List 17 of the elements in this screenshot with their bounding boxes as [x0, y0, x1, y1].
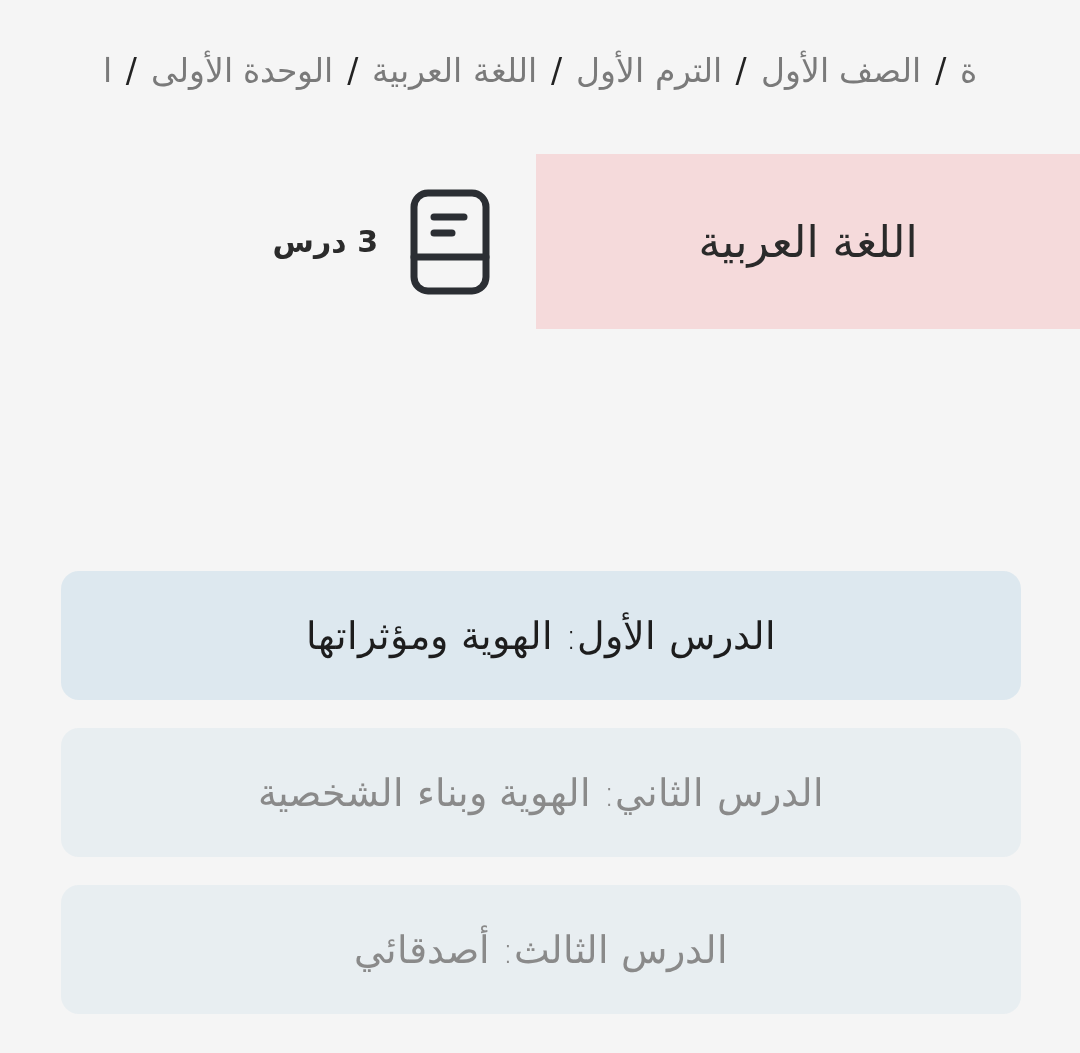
- breadcrumb-link[interactable]: اللغة العربية: [372, 50, 537, 90]
- breadcrumb-separator: /: [735, 50, 747, 90]
- lesson-card[interactable]: الدرس الأول: الهوية ومؤثراتها: [61, 571, 1021, 700]
- breadcrumb-link[interactable]: الترم الأول: [576, 50, 722, 90]
- subject-title: اللغة العربية: [698, 216, 918, 267]
- lesson-count: 3 درس: [272, 224, 378, 259]
- breadcrumb-link[interactable]: الوحدة الأولى: [150, 50, 334, 90]
- breadcrumb-separator: /: [125, 50, 137, 90]
- breadcrumb-link[interactable]: ا: [102, 50, 112, 90]
- lesson-card[interactable]: الدرس الثالث: أصدقائي: [61, 885, 1021, 1014]
- book-icon: [410, 188, 490, 295]
- breadcrumb-separator: /: [550, 50, 563, 90]
- breadcrumb-separator: /: [347, 50, 359, 90]
- breadcrumb-link[interactable]: ة: [960, 50, 978, 90]
- lesson-card[interactable]: الدرس الثاني: الهوية وبناء الشخصية: [61, 728, 1021, 857]
- breadcrumb-separator: /: [935, 50, 947, 90]
- breadcrumb-link[interactable]: الصف الأول: [760, 50, 922, 90]
